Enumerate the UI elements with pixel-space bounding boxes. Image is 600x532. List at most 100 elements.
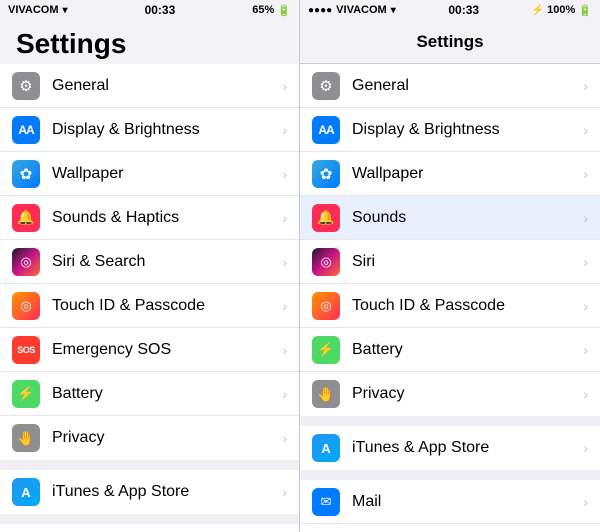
right-battery-icon: 🔋 <box>578 4 592 17</box>
left-gap-1 <box>0 460 299 470</box>
r-general-icon: ⚙ <box>312 72 340 100</box>
right-panel: ●●●● VIVACOM ▾ 00:33 ⚡ 100% 🔋 Settings ⚙… <box>300 0 600 532</box>
left-item-accounts[interactable]: 🔑 Accounts & Passwords › <box>0 524 299 532</box>
left-wifi-icon: ▾ <box>63 5 68 16</box>
r-privacy-label: Privacy <box>352 385 579 403</box>
r-wallpaper-icon: ✿ <box>312 160 340 188</box>
r-battery-icon: ⚡ <box>312 336 340 364</box>
r-display-icon: AA <box>312 116 340 144</box>
r-siri-label: Siri <box>352 253 579 271</box>
right-item-contacts[interactable]: 👤 Contacts › <box>300 524 600 532</box>
touchid-chevron: › <box>282 298 287 314</box>
siri-icon: ◎ <box>12 248 40 276</box>
r-siri-chevron: › <box>583 254 588 270</box>
itunes-label: iTunes & App Store <box>52 483 278 501</box>
r-privacy-icon: 🤚 <box>312 380 340 408</box>
wallpaper-label: Wallpaper <box>52 165 278 183</box>
r-battery-chevron: › <box>583 342 588 358</box>
left-item-battery[interactable]: ⚡ Battery › <box>0 372 299 416</box>
left-status-left: VIVACOM ▾ <box>8 4 68 16</box>
right-item-mail[interactable]: ✉ Mail › <box>300 480 600 524</box>
right-item-display[interactable]: AA Display & Brightness › <box>300 108 600 152</box>
right-wifi-icon: ▾ <box>391 5 396 16</box>
left-item-display[interactable]: AA Display & Brightness › <box>0 108 299 152</box>
r-mail-icon: ✉ <box>312 488 340 516</box>
right-item-siri[interactable]: ◎ Siri › <box>300 240 600 284</box>
right-item-itunes[interactable]: A iTunes & App Store › <box>300 426 600 470</box>
siri-chevron: › <box>282 254 287 270</box>
r-itunes-chevron: › <box>583 440 588 456</box>
right-status-bar: ●●●● VIVACOM ▾ 00:33 ⚡ 100% 🔋 <box>300 0 600 20</box>
touchid-label: Touch ID & Passcode <box>52 297 278 315</box>
general-icon: ⚙ <box>12 72 40 100</box>
r-battery-label: Battery <box>352 341 579 359</box>
r-general-label: General <box>352 77 579 95</box>
privacy-label: Privacy <box>52 429 278 447</box>
right-section-1: ⚙ General › AA Display & Brightness › ✿ … <box>300 64 600 416</box>
left-item-privacy[interactable]: 🤚 Privacy › <box>0 416 299 460</box>
right-item-wallpaper[interactable]: ✿ Wallpaper › <box>300 152 600 196</box>
privacy-chevron: › <box>282 430 287 446</box>
right-settings-list: ⚙ General › AA Display & Brightness › ✿ … <box>300 64 600 532</box>
right-gap-1 <box>300 416 600 426</box>
itunes-icon: A <box>12 478 40 506</box>
touchid-icon: ◎ <box>12 292 40 320</box>
left-battery-icon: 🔋 <box>277 4 291 17</box>
r-mail-chevron: › <box>583 494 588 510</box>
right-status-left: ●●●● VIVACOM ▾ <box>308 4 396 16</box>
left-battery-pct: 65% <box>252 4 274 16</box>
r-sounds-chevron: › <box>583 210 588 226</box>
display-label: Display & Brightness <box>52 121 278 139</box>
emergency-label: Emergency SOS <box>52 341 278 359</box>
general-chevron: › <box>282 78 287 94</box>
right-item-privacy[interactable]: 🤚 Privacy › <box>300 372 600 416</box>
right-battery-pct: 100% <box>547 4 575 16</box>
left-item-general[interactable]: ⚙ General › <box>0 64 299 108</box>
r-mail-label: Mail <box>352 493 579 511</box>
left-time: 00:33 <box>145 3 176 17</box>
left-item-touchid[interactable]: ◎ Touch ID & Passcode › <box>0 284 299 328</box>
itunes-chevron: › <box>282 484 287 500</box>
right-item-battery[interactable]: ⚡ Battery › <box>300 328 600 372</box>
wallpaper-icon: ✿ <box>12 160 40 188</box>
right-time: 00:33 <box>448 3 479 17</box>
left-item-wallpaper[interactable]: ✿ Wallpaper › <box>0 152 299 196</box>
right-item-sounds[interactable]: 🔔 Sounds › <box>300 196 600 240</box>
display-chevron: › <box>282 122 287 138</box>
r-touchid-chevron: › <box>583 298 588 314</box>
right-carrier: VIVACOM <box>336 4 387 16</box>
left-item-siri[interactable]: ◎ Siri & Search › <box>0 240 299 284</box>
sounds-label: Sounds & Haptics <box>52 209 278 227</box>
left-page-title: Settings <box>0 20 299 64</box>
right-signal-icon: ●●●● <box>308 5 332 16</box>
left-section-2: A iTunes & App Store › <box>0 470 299 514</box>
left-item-emergency[interactable]: SOS Emergency SOS › <box>0 328 299 372</box>
right-nav-title: Settings <box>300 20 600 64</box>
left-status-bar: VIVACOM ▾ 00:33 65% 🔋 <box>0 0 299 20</box>
left-gap-2 <box>0 514 299 524</box>
r-wallpaper-chevron: › <box>583 166 588 182</box>
left-section-3: 🔑 Accounts & Passwords › ✉ Mail › 👤 Cont… <box>0 524 299 532</box>
emergency-chevron: › <box>282 342 287 358</box>
right-charge-icon: ⚡ <box>532 5 544 16</box>
left-item-sounds[interactable]: 🔔 Sounds & Haptics › <box>0 196 299 240</box>
wallpaper-chevron: › <box>282 166 287 182</box>
r-sounds-icon: 🔔 <box>312 204 340 232</box>
left-status-right: 65% 🔋 <box>252 4 291 17</box>
left-section-1: ⚙ General › AA Display & Brightness › ✿ … <box>0 64 299 460</box>
right-item-general[interactable]: ⚙ General › <box>300 64 600 108</box>
r-siri-icon: ◎ <box>312 248 340 276</box>
general-label: General <box>52 77 278 95</box>
r-sounds-label: Sounds <box>352 209 579 227</box>
right-section-3: ✉ Mail › 👤 Contacts › 📅 Calendar › 📝 Not… <box>300 480 600 532</box>
emergency-icon: SOS <box>12 336 40 364</box>
left-carrier: VIVACOM <box>8 4 59 16</box>
sounds-chevron: › <box>282 210 287 226</box>
r-touchid-label: Touch ID & Passcode <box>352 297 579 315</box>
left-settings-list: ⚙ General › AA Display & Brightness › ✿ … <box>0 64 299 532</box>
right-status-right: ⚡ 100% 🔋 <box>532 4 592 17</box>
display-icon: AA <box>12 116 40 144</box>
right-item-touchid[interactable]: ◎ Touch ID & Passcode › <box>300 284 600 328</box>
sounds-icon: 🔔 <box>12 204 40 232</box>
left-item-itunes[interactable]: A iTunes & App Store › <box>0 470 299 514</box>
